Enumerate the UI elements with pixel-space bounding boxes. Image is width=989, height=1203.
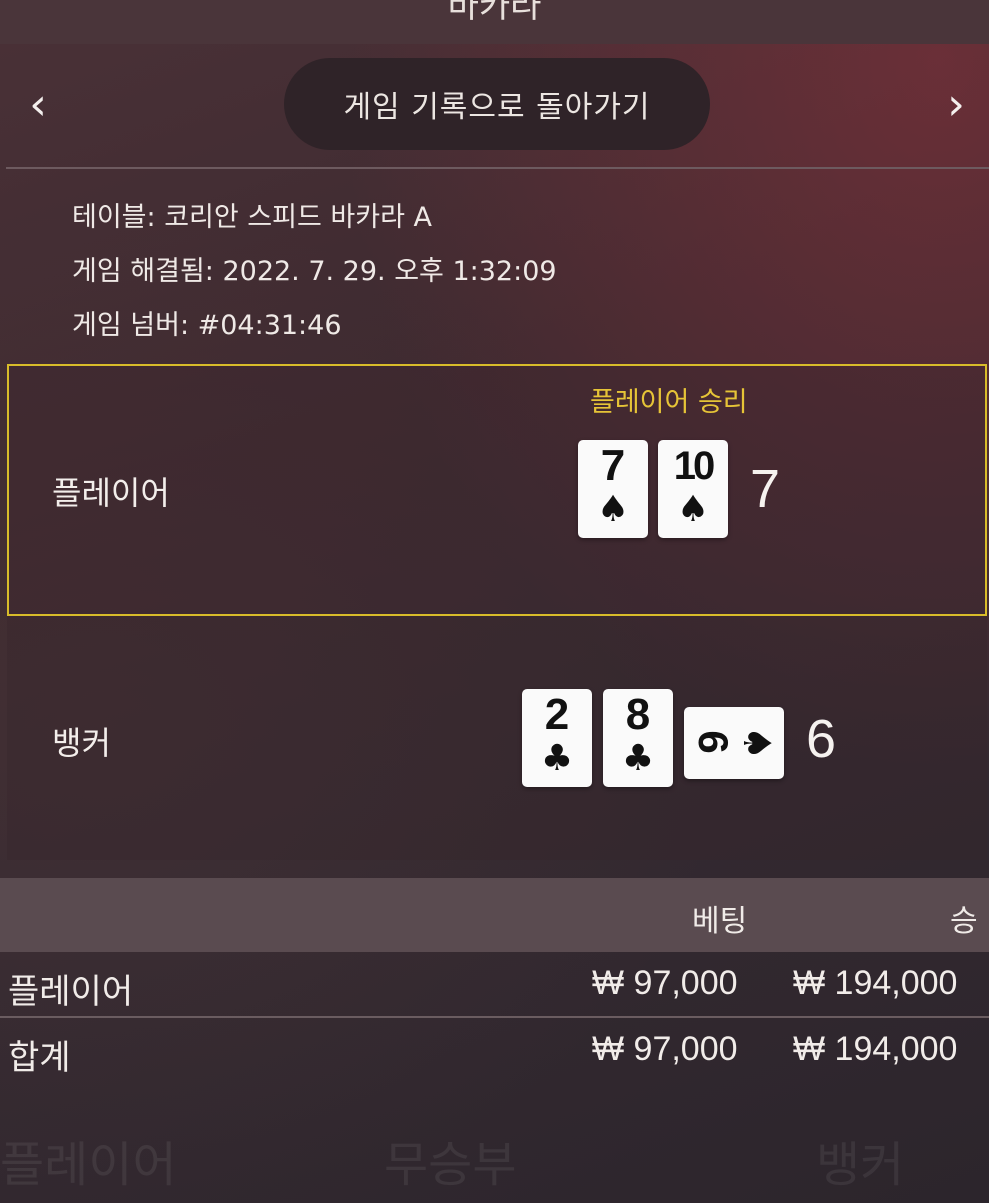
page-title: 바카라: [447, 0, 542, 26]
background-label-banker: 뱅커: [816, 1137, 905, 1193]
game-resolved-time: 게임 해결됨: 2022. 7. 29. 오후 1:32:09: [72, 256, 557, 287]
spade-icon: ♠: [676, 489, 710, 530]
row-divider: [0, 1016, 989, 1018]
card-rank: 2: [544, 690, 570, 739]
spade-icon: ♠: [596, 489, 630, 530]
banker-card-2: 8 ♣: [603, 689, 673, 787]
player-label: 플레이어: [52, 474, 170, 512]
total-row-bet: ₩ 97,000: [592, 1030, 738, 1068]
banker-label: 뱅커: [52, 724, 111, 762]
background-label-tie: 무승부: [384, 1137, 517, 1193]
player-score: 7: [750, 459, 781, 519]
table-name: 테이블: 코리안 스피드 바카라 A: [72, 202, 432, 233]
player-card-2: 10 ♠: [658, 440, 728, 538]
card-rank: 10: [673, 444, 716, 488]
player-card-1: 7 ♠: [578, 440, 648, 538]
banker-hand-panel: [7, 616, 987, 860]
total-row-label: 합계: [8, 1038, 71, 1078]
app-header: 바카라: [0, 0, 989, 44]
club-icon: ♣: [540, 738, 574, 779]
divider: [6, 167, 989, 169]
chevron-left-icon[interactable]: ‹: [16, 80, 60, 130]
spade-icon: ♠: [735, 725, 779, 761]
chevron-right-icon[interactable]: ›: [934, 80, 978, 130]
bets-table-header: [0, 878, 989, 952]
column-header-win: 승: [950, 904, 978, 939]
column-header-bet: 베팅: [692, 904, 748, 939]
banker-card-3: 6 ♠: [684, 707, 784, 779]
card-rank: 6: [690, 730, 737, 754]
club-icon: ♣: [621, 738, 655, 779]
background-label-player: 플레이어: [0, 1137, 177, 1193]
card-rank: 7: [600, 441, 626, 490]
banker-card-1: 2 ♣: [522, 689, 592, 787]
card-rank: 8: [625, 690, 651, 739]
banker-score: 6: [806, 709, 837, 769]
table-row-bet: ₩ 97,000: [592, 964, 738, 1002]
table-row-label: 플레이어: [8, 972, 134, 1012]
game-number: 게임 넘버: #04:31:46: [72, 310, 342, 341]
player-win-label: 플레이어 승리: [590, 387, 748, 418]
table-row-win: ₩ 194,000: [793, 964, 958, 1002]
total-row-win: ₩ 194,000: [793, 1030, 958, 1068]
back-to-history-button[interactable]: 게임 기록으로 돌아가기: [284, 58, 710, 150]
